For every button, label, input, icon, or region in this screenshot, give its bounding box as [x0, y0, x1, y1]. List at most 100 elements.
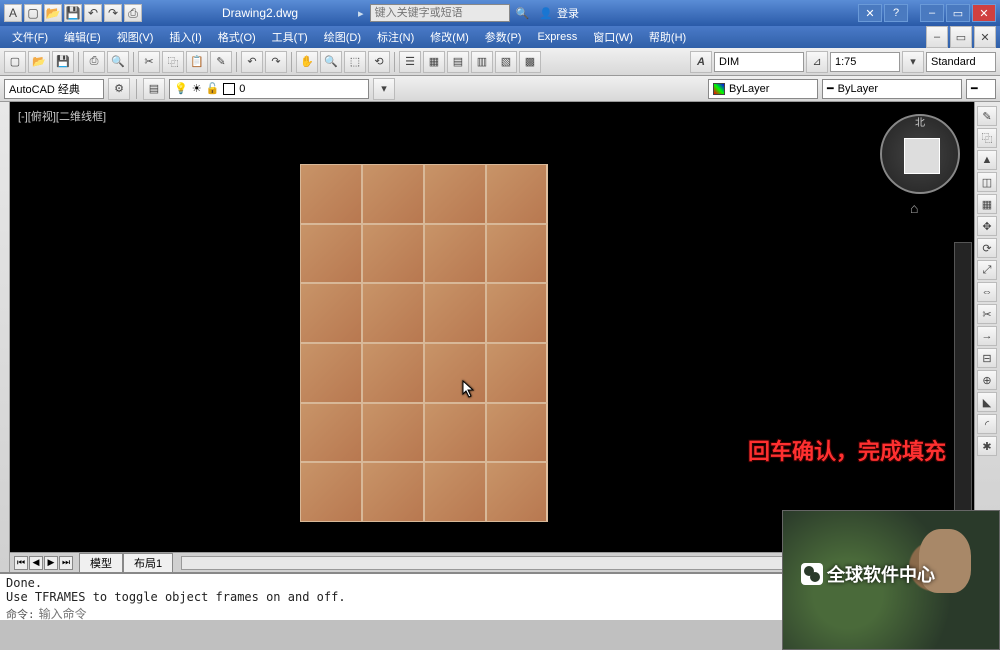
stretch-button[interactable]: ⇔ — [977, 282, 997, 302]
exchange-icon[interactable]: ✕ — [858, 4, 882, 22]
save-icon[interactable]: 💾 — [64, 4, 82, 22]
menu-format[interactable]: 格式(O) — [210, 27, 264, 47]
menu-dimension[interactable]: 标注(N) — [369, 27, 422, 47]
zoom-window-button[interactable]: ⬚ — [344, 51, 366, 73]
open-icon[interactable]: 📂 — [44, 4, 62, 22]
array-button[interactable]: ▦ — [977, 194, 997, 214]
chamfer-button[interactable]: ◣ — [977, 392, 997, 412]
menu-insert[interactable]: 插入(I) — [161, 27, 209, 47]
lineweight-combo[interactable]: ━ — [966, 79, 996, 99]
minimize-button[interactable]: – — [920, 4, 944, 22]
annotation-icon[interactable]: A — [690, 51, 712, 73]
preview-button[interactable]: 🔍 — [107, 51, 129, 73]
menu-tools[interactable]: 工具(T) — [264, 27, 316, 47]
explode-button[interactable]: ✱ — [977, 436, 997, 456]
menu-view[interactable]: 视图(V) — [109, 27, 162, 47]
layer-props-button[interactable]: ▤ — [143, 78, 165, 100]
login-area[interactable]: 👤 登录 — [539, 5, 579, 21]
cut-button[interactable]: ✂ — [138, 51, 160, 73]
design-center-button[interactable]: ▦ — [423, 51, 445, 73]
close-button[interactable]: ✕ — [972, 4, 996, 22]
rotate-button[interactable]: ⟳ — [977, 238, 997, 258]
menu-window[interactable]: 窗口(W) — [585, 27, 641, 47]
view-home-icon[interactable]: ⌂ — [910, 200, 918, 216]
navigation-bar[interactable] — [954, 242, 972, 522]
new-button[interactable]: ▢ — [4, 51, 26, 73]
tab-prev-icon[interactable]: ◀ — [29, 556, 43, 570]
compass-ring[interactable]: 北 — [880, 114, 960, 194]
doc-close-button[interactable]: ✕ — [974, 26, 996, 48]
tab-last-icon[interactable]: ⏭ — [59, 556, 73, 570]
menu-file[interactable]: 文件(F) — [4, 27, 56, 47]
new-icon[interactable]: ▢ — [24, 4, 42, 22]
copy-button[interactable]: ⿻ — [162, 51, 184, 73]
zoom-button[interactable]: 🔍 — [320, 51, 342, 73]
tile-hatch-object[interactable] — [300, 164, 548, 522]
move-button[interactable]: ✥ — [977, 216, 997, 236]
scale-icon[interactable]: ▾ — [902, 51, 924, 73]
compass-north: 北 — [915, 114, 925, 129]
lock-icon: 🔓 — [206, 82, 220, 95]
viewport-label[interactable]: [-][俯视][二维线框] — [18, 108, 106, 124]
redo-button[interactable]: ↷ — [265, 51, 287, 73]
menu-help[interactable]: 帮助(H) — [641, 27, 694, 47]
quick-access-toolbar: A ▢ 📂 💾 ↶ ↷ ⎙ — [4, 4, 142, 22]
help-icon[interactable]: ? — [884, 4, 908, 22]
view-cube-face[interactable] — [904, 138, 940, 174]
doc-minimize-button[interactable]: – — [926, 26, 948, 48]
drawing-area-wrap: [-][俯视][二维线框] 回车确认，完成填充 北 ⌂ — [10, 102, 974, 572]
layer-combo[interactable]: 💡 ☀ 🔓 0 — [169, 79, 369, 99]
trim-button[interactable]: ✂ — [977, 304, 997, 324]
match-button[interactable]: ✎ — [210, 51, 232, 73]
dim-style-combo[interactable]: DIM — [714, 52, 804, 72]
properties-button[interactable]: ☰ — [399, 51, 421, 73]
maximize-button[interactable]: ▭ — [946, 4, 970, 22]
tab-model[interactable]: 模型 — [79, 553, 123, 573]
fillet-button[interactable]: ◜ — [977, 414, 997, 434]
menu-parametric[interactable]: 参数(P) — [477, 27, 530, 47]
drawing-canvas[interactable]: [-][俯视][二维线框] 回车确认，完成填充 北 ⌂ — [10, 102, 974, 552]
text-style-combo[interactable]: Standard — [926, 52, 996, 72]
zoom-prev-button[interactable]: ⟲ — [368, 51, 390, 73]
menu-edit[interactable]: 编辑(E) — [56, 27, 109, 47]
tool-palette-button[interactable]: ▤ — [447, 51, 469, 73]
dim-icon[interactable]: ⊿ — [806, 51, 828, 73]
menu-modify[interactable]: 修改(M) — [422, 27, 477, 47]
app-icon[interactable]: A — [4, 4, 22, 22]
menu-express[interactable]: Express — [529, 29, 585, 45]
linetype-combo[interactable]: ━ ByLayer — [822, 79, 962, 99]
open-button[interactable]: 📂 — [28, 51, 50, 73]
print-icon[interactable]: ⎙ — [124, 4, 142, 22]
sheet-set-button[interactable]: ▥ — [471, 51, 493, 73]
pan-button[interactable]: ✋ — [296, 51, 318, 73]
plot-button[interactable]: ⎙ — [83, 51, 105, 73]
calc-button[interactable]: ▩ — [519, 51, 541, 73]
copy-obj-button[interactable]: ⿻ — [977, 128, 997, 148]
color-combo[interactable]: ByLayer — [708, 79, 818, 99]
view-cube[interactable]: 北 ⌂ — [880, 114, 960, 214]
workspace-gear-icon[interactable]: ⚙ — [108, 78, 130, 100]
undo-icon[interactable]: ↶ — [84, 4, 102, 22]
tab-layout1[interactable]: 布局1 — [123, 553, 173, 573]
scale-button[interactable]: ⤢ — [977, 260, 997, 280]
layer-states-button[interactable]: ▾ — [373, 78, 395, 100]
extend-button[interactable]: → — [977, 326, 997, 346]
offset-button[interactable]: ◫ — [977, 172, 997, 192]
break-button[interactable]: ⊟ — [977, 348, 997, 368]
tab-first-icon[interactable]: ⏮ — [14, 556, 28, 570]
redo-icon[interactable]: ↷ — [104, 4, 122, 22]
menu-draw[interactable]: 绘图(D) — [316, 27, 369, 47]
doc-restore-button[interactable]: ▭ — [950, 26, 972, 48]
join-button[interactable]: ⊕ — [977, 370, 997, 390]
scale-combo[interactable]: 1:75 — [830, 52, 900, 72]
paste-button[interactable]: 📋 — [186, 51, 208, 73]
save-button[interactable]: 💾 — [52, 51, 74, 73]
search-input[interactable] — [370, 4, 510, 22]
erase-button[interactable]: ✎ — [977, 106, 997, 126]
search-icon[interactable]: 🔍 — [516, 7, 530, 20]
mirror-button[interactable]: ▲ — [977, 150, 997, 170]
tab-next-icon[interactable]: ▶ — [44, 556, 58, 570]
undo-button[interactable]: ↶ — [241, 51, 263, 73]
markup-button[interactable]: ▧ — [495, 51, 517, 73]
workspace-combo[interactable]: AutoCAD 经典 — [4, 79, 104, 99]
